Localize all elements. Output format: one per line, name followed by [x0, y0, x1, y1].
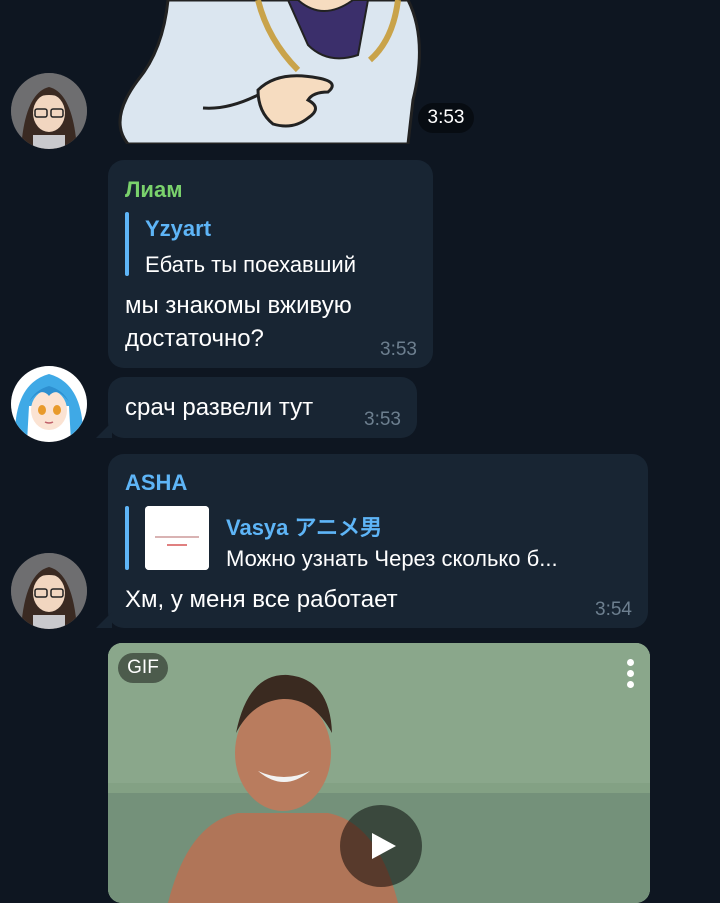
reply-sender-name[interactable]: Vasya アニメ男	[226, 510, 382, 542]
bubble-tail	[96, 612, 112, 628]
user-avatar-image	[11, 73, 87, 149]
avatar[interactable]	[11, 366, 87, 442]
reply-accent-bar	[125, 506, 129, 570]
reply-preview-text[interactable]: Ебать ты поехавший	[145, 252, 425, 278]
play-icon	[372, 833, 396, 859]
user-avatar-image	[11, 366, 87, 442]
message-text: Хм, у меня все работает	[125, 586, 398, 613]
message-timestamp: 3:53	[364, 409, 401, 430]
reply-accent-bar	[125, 212, 129, 276]
sticker-timestamp: 3:53	[418, 103, 474, 133]
message-timestamp: 3:53	[380, 339, 417, 360]
sender-name[interactable]: Лиам	[125, 177, 182, 203]
sticker-image[interactable]	[108, 0, 448, 144]
message-text-line-1: мы знакомы вживую	[125, 292, 352, 319]
reply-thumbnail-image	[145, 506, 209, 570]
user-avatar-image	[11, 553, 87, 629]
play-button[interactable]	[340, 805, 422, 887]
anime-sticker-illustration	[118, 0, 421, 144]
gif-badge: GIF	[118, 653, 168, 683]
message-timestamp: 3:54	[595, 599, 632, 620]
reply-thumbnail[interactable]	[145, 506, 209, 570]
sender-name[interactable]: ASHA	[125, 470, 187, 496]
reply-sender-name[interactable]: Yzyart	[145, 216, 211, 242]
message-bubble[interactable]: срач развели тут 3:53	[108, 377, 417, 438]
message-bubble[interactable]: Лиам Yzyart Ебать ты поехавший мы знаком…	[108, 160, 433, 368]
avatar[interactable]	[11, 553, 87, 629]
message-text: срач развели тут	[125, 394, 314, 421]
reply-preview-text[interactable]: Можно узнать Через сколько б...	[226, 546, 636, 572]
message-bubble[interactable]: ASHA Vasya アニメ男 Можно узнать Через сколь…	[108, 454, 648, 628]
message-text-line-2: достаточно?	[125, 325, 264, 352]
more-vertical-icon[interactable]	[620, 656, 640, 696]
avatar[interactable]	[11, 73, 87, 149]
